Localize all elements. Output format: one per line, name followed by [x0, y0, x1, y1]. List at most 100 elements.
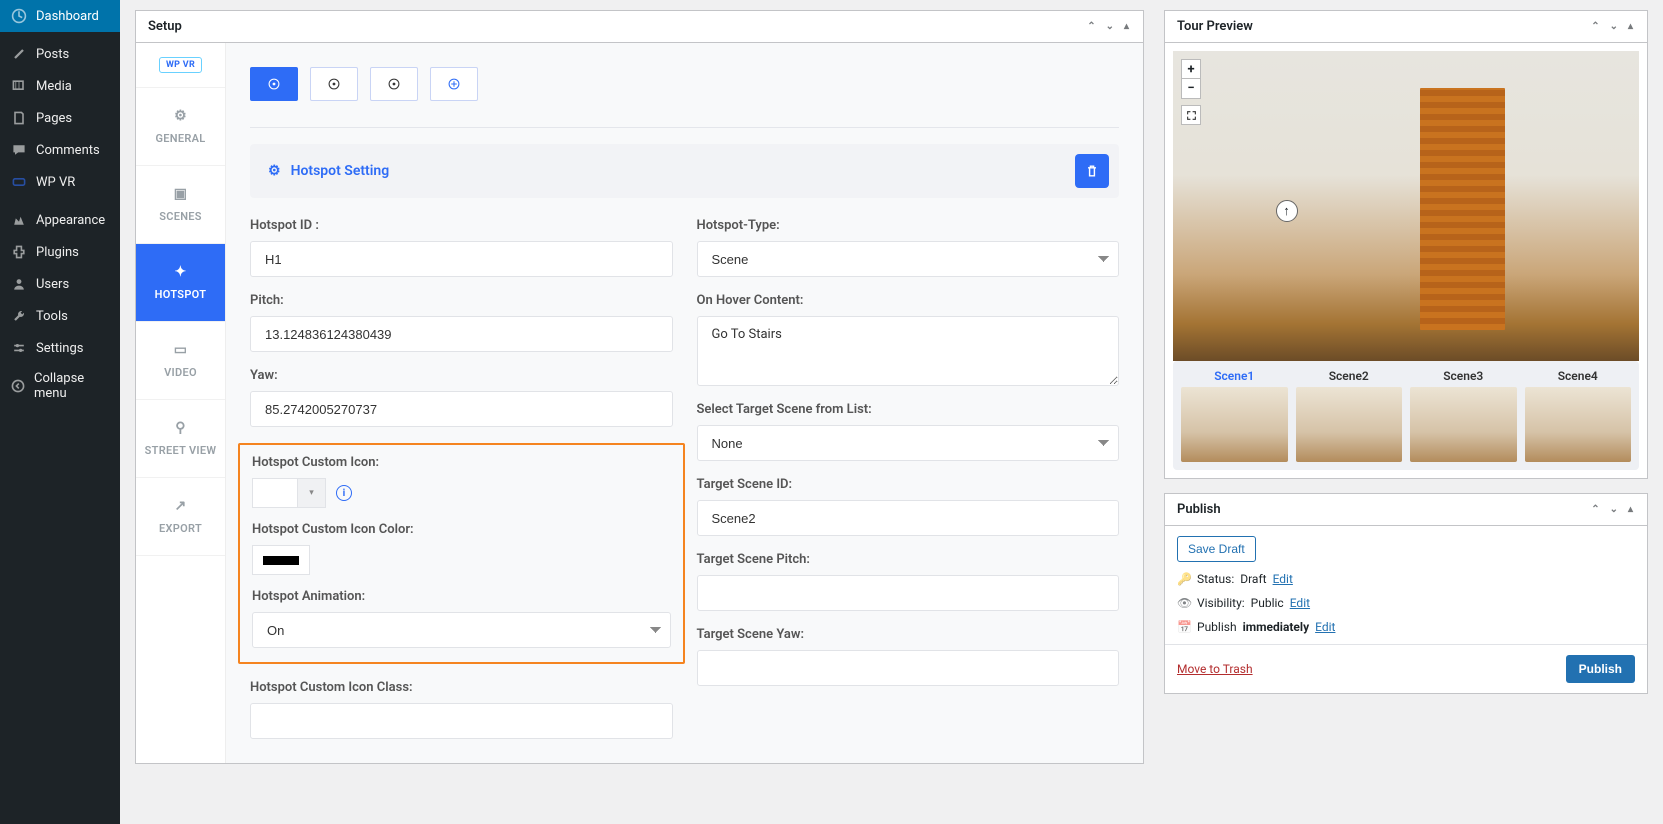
label-animation: Hotspot Animation:	[252, 589, 671, 604]
label-yaw: Yaw:	[250, 368, 673, 383]
tab-hotspot[interactable]: ✦HOTSPOT	[136, 244, 225, 322]
tour-preview-title: Tour Preview	[1177, 19, 1253, 34]
tab-general[interactable]: ⚙GENERAL	[136, 88, 225, 166]
appearance-icon	[10, 211, 28, 229]
custom-icon-highlight: Hotspot Custom Icon: ▾ i Hotspot Custom …	[238, 443, 685, 664]
panel-toggle-icon[interactable]: ▴	[1626, 19, 1635, 34]
target-id-input[interactable]	[697, 500, 1120, 536]
preview-wall	[1420, 88, 1505, 330]
icon-color-swatch[interactable]	[252, 545, 310, 575]
setup-panel-title: Setup	[148, 19, 182, 34]
zoom-out-button[interactable]: −	[1181, 79, 1201, 99]
tour-preview-viewport[interactable]: + − ↑	[1173, 51, 1639, 361]
scene-nav-arrow[interactable]: ↑	[1276, 200, 1298, 222]
hotspot-slot-2[interactable]	[310, 67, 358, 101]
wpvr-logo: WP VR	[136, 43, 225, 88]
save-draft-button[interactable]: Save Draft	[1177, 536, 1256, 562]
status-value: Draft	[1240, 572, 1266, 586]
sidebar-item-appearance[interactable]: Appearance	[0, 204, 120, 236]
sidebar-item-users[interactable]: Users	[0, 268, 120, 300]
sidebar-item-comments[interactable]: Comments	[0, 134, 120, 166]
sidebar-item-pages[interactable]: Pages	[0, 102, 120, 134]
scene-thumb-1[interactable]: Scene1	[1181, 369, 1288, 462]
sidebar-item-wpvr[interactable]: WP VR	[0, 166, 120, 198]
panel-down-icon[interactable]: ⌄	[1608, 19, 1620, 34]
onhover-textarea[interactable]: Go To Stairs	[697, 316, 1120, 386]
fullscreen-button[interactable]	[1181, 105, 1201, 125]
sidebar-item-media[interactable]: Media	[0, 70, 120, 102]
hotspot-id-input[interactable]	[250, 241, 673, 277]
zoom-in-button[interactable]: +	[1181, 59, 1201, 79]
edit-visibility-link[interactable]: Edit	[1290, 596, 1310, 610]
label-hotspot-id: Hotspot ID :	[250, 218, 673, 233]
animation-select[interactable]: On	[252, 612, 671, 648]
panel-down-icon[interactable]: ⌄	[1608, 502, 1620, 517]
panel-toggle-icon[interactable]: ▴	[1122, 19, 1131, 34]
publish-value: immediately	[1243, 620, 1310, 634]
hotspot-add-button[interactable]	[430, 67, 478, 101]
sidebar-item-settings[interactable]: Settings	[0, 332, 120, 364]
scene-thumb-3[interactable]: Scene3	[1410, 369, 1517, 462]
pin-icon	[10, 45, 28, 63]
hotspot-slot-1[interactable]	[250, 67, 298, 101]
edit-status-link[interactable]: Edit	[1273, 572, 1293, 586]
sidebar-item-tools[interactable]: Tools	[0, 300, 120, 332]
export-icon: ↗	[174, 498, 186, 514]
label-icon-color: Hotspot Custom Icon Color:	[252, 522, 671, 537]
tour-preview-panel: Tour Preview ⌃ ⌄ ▴ + −	[1164, 10, 1648, 479]
panel-up-icon[interactable]: ⌃	[1589, 19, 1601, 34]
collapse-icon	[10, 377, 26, 395]
label-icon-class: Hotspot Custom Icon Class:	[250, 680, 673, 695]
image-icon: ▣	[174, 186, 188, 202]
move-to-trash-link[interactable]: Move to Trash	[1177, 662, 1253, 676]
edit-publish-link[interactable]: Edit	[1315, 620, 1335, 634]
label-target-id: Target Scene ID:	[697, 477, 1120, 492]
target-scene-select[interactable]: None	[697, 425, 1120, 461]
scene-thumb-2[interactable]: Scene2	[1296, 369, 1403, 462]
label-hotspot-type: Hotspot-Type:	[697, 218, 1120, 233]
panel-up-icon[interactable]: ⌃	[1589, 502, 1601, 517]
wp-admin-sidebar: Dashboard Posts Media Pages Comments WP …	[0, 0, 120, 824]
hotspot-slot-3[interactable]	[370, 67, 418, 101]
label-target-yaw: Target Scene Yaw:	[697, 627, 1120, 642]
scene-thumbnail-strip: Scene1 Scene2 Scene3 Scene4	[1173, 361, 1639, 470]
icon-class-input[interactable]	[250, 703, 673, 739]
key-icon: 🔑	[1177, 572, 1191, 586]
hotspot-icon: ✦	[174, 264, 186, 280]
comments-icon	[10, 141, 28, 159]
panel-up-icon[interactable]: ⌃	[1085, 19, 1097, 34]
tab-export[interactable]: ↗EXPORT	[136, 478, 225, 556]
label-custom-icon: Hotspot Custom Icon:	[252, 455, 671, 470]
pages-icon	[10, 109, 28, 127]
panel-down-icon[interactable]: ⌄	[1104, 19, 1116, 34]
target-yaw-input[interactable]	[697, 650, 1120, 686]
setup-tab-rail: WP VR ⚙GENERAL ▣SCENES ✦HOTSPOT ▭VIDEO ⚲…	[136, 43, 226, 763]
tab-streetview[interactable]: ⚲STREET VIEW	[136, 400, 225, 478]
sidebar-item-collapse[interactable]: Collapse menu	[0, 364, 120, 408]
status-label: Status:	[1197, 572, 1234, 586]
target-pitch-input[interactable]	[697, 575, 1120, 611]
hotspot-type-select[interactable]: Scene	[697, 241, 1120, 277]
custom-icon-preview	[252, 478, 298, 508]
calendar-icon: 📅	[1177, 620, 1191, 634]
sidebar-item-plugins[interactable]: Plugins	[0, 236, 120, 268]
tab-video[interactable]: ▭VIDEO	[136, 322, 225, 400]
publish-button[interactable]: Publish	[1566, 655, 1635, 683]
streetview-icon: ⚲	[175, 420, 186, 436]
wpvr-icon	[10, 173, 28, 191]
info-icon[interactable]: i	[336, 485, 352, 501]
delete-hotspot-button[interactable]	[1075, 154, 1109, 188]
tab-scenes[interactable]: ▣SCENES	[136, 166, 225, 244]
label-target-pitch: Target Scene Pitch:	[697, 552, 1120, 567]
pitch-input[interactable]	[250, 316, 673, 352]
tools-icon	[10, 307, 28, 325]
sidebar-item-dashboard[interactable]: Dashboard	[0, 0, 120, 32]
panel-toggle-icon[interactable]: ▴	[1626, 502, 1635, 517]
yaw-input[interactable]	[250, 391, 673, 427]
sidebar-item-posts[interactable]: Posts	[0, 38, 120, 70]
setup-panel: Setup ⌃ ⌄ ▴ WP VR ⚙GENERAL	[135, 10, 1144, 764]
plugins-icon	[10, 243, 28, 261]
scene-thumb-4[interactable]: Scene4	[1525, 369, 1632, 462]
users-icon	[10, 275, 28, 293]
custom-icon-dropdown[interactable]: ▾	[298, 478, 326, 508]
